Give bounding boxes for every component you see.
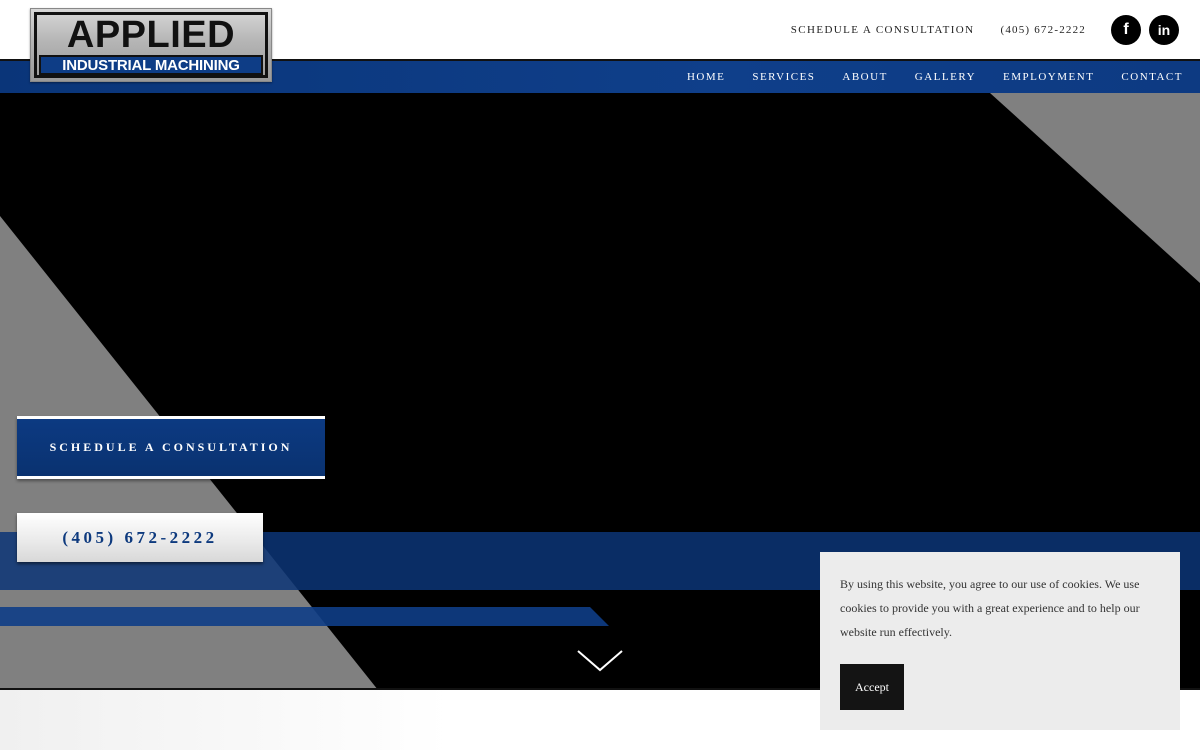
logo-subtitle: INDUSTRIAL MACHINING xyxy=(39,55,263,75)
hero-blue-stripe xyxy=(0,607,609,626)
hero-phone-button[interactable]: (405) 672-2222 xyxy=(17,513,263,562)
nav-home[interactable]: HOME xyxy=(687,71,725,83)
hero-stripe-top-right xyxy=(990,93,1200,283)
cookie-banner: By using this website, you agree to our … xyxy=(820,552,1180,730)
chevron-down-icon[interactable] xyxy=(577,650,623,672)
nav-employment[interactable]: EMPLOYMENT xyxy=(1003,71,1094,83)
main-nav: HOME SERVICES ABOUT GALLERY EMPLOYMENT C… xyxy=(660,61,1183,93)
logo-wordmark: APPLIED xyxy=(66,14,236,56)
nav-gallery[interactable]: GALLERY xyxy=(915,71,976,83)
hero-schedule-consultation-button[interactable]: SCHEDULE A CONSULTATION xyxy=(17,416,325,479)
facebook-icon[interactable]: f xyxy=(1111,15,1141,45)
nav-contact[interactable]: CONTACT xyxy=(1121,71,1183,83)
nav-about[interactable]: ABOUT xyxy=(842,71,887,83)
linkedin-icon[interactable]: in xyxy=(1149,15,1179,45)
header-phone-link[interactable]: (405) 672-2222 xyxy=(1000,24,1086,36)
site-logo[interactable]: APPLIED INDUSTRIAL MACHINING xyxy=(30,8,272,82)
top-links: SCHEDULE A CONSULTATION (405) 672-2222 f… xyxy=(791,0,1200,60)
cookie-accept-button[interactable]: Accept xyxy=(840,664,904,710)
logo-frame: APPLIED INDUSTRIAL MACHINING xyxy=(34,12,268,78)
cookie-message: By using this website, you agree to our … xyxy=(840,577,1140,639)
schedule-consultation-link[interactable]: SCHEDULE A CONSULTATION xyxy=(791,24,975,36)
nav-services[interactable]: SERVICES xyxy=(752,71,815,83)
below-hero-fade xyxy=(0,690,450,750)
